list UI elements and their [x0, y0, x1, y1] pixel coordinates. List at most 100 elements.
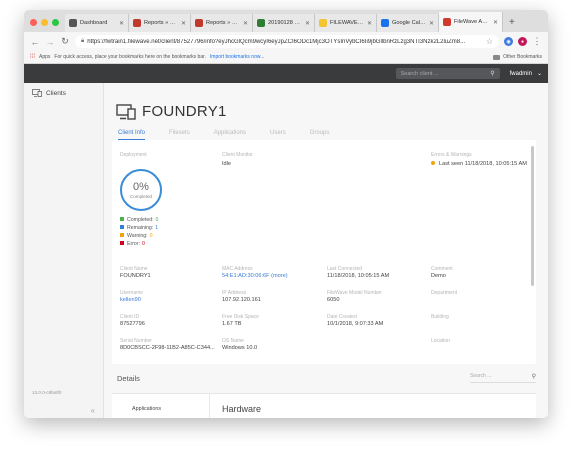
extension-icon[interactable]: ◉ — [504, 37, 513, 46]
search-icon[interactable]: ⚲ — [490, 70, 494, 77]
deployment-percent: 0% — [133, 180, 149, 193]
tab-close-icon[interactable]: ✕ — [367, 20, 372, 27]
hardware-title: Hardware — [222, 404, 262, 414]
computer-icon — [32, 89, 42, 97]
tab-applications[interactable]: Applications — [214, 130, 246, 140]
browser-tab-2[interactable]: Reports » Supp ✕ — [129, 14, 191, 32]
browser-tab-active[interactable]: FileWave Admin ✕ — [439, 12, 503, 32]
chevron-down-icon: ⌄ — [536, 71, 542, 77]
tab-title: FILEWAVE PRO — [330, 20, 364, 26]
browser-window: Dashboard ✕ Reports » Supp ✕ Reports » S… — [24, 10, 548, 418]
main-content: FOUNDRY1 Client Info Filesets Applicatio… — [104, 83, 548, 418]
os-name-label: OS Name — [222, 338, 244, 344]
deployment-legend: Completed: 0 Remaining: 1 Warning: 0 Error:… — [120, 216, 158, 248]
legend-count: 0 — [155, 217, 159, 223]
errors-warnings-label: Errors & Warnings — [431, 152, 472, 158]
folder-icon — [493, 54, 501, 60]
device-header: FOUNDRY1 — [116, 103, 227, 120]
ip-address-value: 107.92.120.161 — [222, 297, 261, 303]
new-tab-button[interactable]: + — [503, 17, 521, 32]
date-created-label: Date Created — [327, 314, 357, 320]
tab-favicon-icon — [381, 19, 389, 27]
browser-tab-6[interactable]: Google Calenda ✕ — [377, 14, 439, 32]
tab-favicon-icon — [133, 19, 141, 27]
lock-icon: 🔒︎ — [81, 38, 85, 44]
profile-avatar-icon[interactable]: ● — [518, 37, 527, 46]
serial-number-label: Serial Number — [120, 338, 152, 344]
bookmarks-hint: For quick access, place your bookmarks h… — [54, 54, 206, 60]
tab-groups[interactable]: Groups — [310, 130, 330, 140]
comment-label: Comment — [431, 266, 453, 272]
client-monitor-label: Client Monitor — [222, 152, 253, 158]
apps-grid-icon[interactable]: ⁞⁞⁞ — [30, 54, 35, 60]
tab-close-icon[interactable]: ✕ — [493, 19, 498, 26]
tab-close-icon[interactable]: ✕ — [429, 20, 434, 27]
details-title: Details — [117, 374, 140, 383]
search-icon[interactable]: ⚲ — [532, 373, 536, 380]
other-bookmarks[interactable]: Other Bookmarks — [493, 54, 542, 60]
user-menu[interactable]: fwadmin ⌄ — [510, 70, 542, 78]
back-arrow-icon[interactable]: ← — [30, 37, 40, 47]
browser-tab-5[interactable]: FILEWAVE PRO ✕ — [315, 14, 377, 32]
details-hardware-heading: Hardware — [210, 394, 261, 418]
tab-title: Reports » Supp — [206, 20, 240, 26]
details-search-input[interactable]: Search ... ⚲ — [470, 373, 536, 383]
tab-client-info[interactable]: Client Info — [118, 130, 146, 140]
tab-title: Dashboard — [80, 20, 108, 26]
page-title: FOUNDRY1 — [142, 103, 227, 120]
client-tabs: Client Info Filesets Applications Users … — [118, 130, 329, 140]
client-name-value: FOUNDRY1 — [120, 273, 151, 279]
import-bookmarks-link[interactable]: Import bookmarks now... — [210, 54, 264, 60]
model-number-label: FileWave Model Number — [327, 290, 382, 296]
date-created-value: 10/1/2018, 9:07:33 AM — [327, 321, 384, 327]
legend-swatch — [120, 233, 124, 237]
details-nav-applications[interactable]: Applications — [112, 394, 210, 418]
legend-remaining: Remaining: 1 — [120, 224, 158, 232]
free-disk-value: 1.67 TB — [222, 321, 242, 327]
version-label: 13.0.0-c8fa6f0 — [32, 390, 62, 395]
bookmark-star-icon[interactable]: ☆ — [486, 37, 493, 46]
sidebar-item-clients[interactable]: Clients — [24, 83, 103, 103]
close-window-button[interactable] — [30, 19, 37, 26]
address-bar[interactable]: 🔒︎ https://fwtrain1.filewave.net/client/… — [75, 35, 499, 48]
browser-tab-4[interactable]: 20190128 Run ✕ — [253, 14, 315, 32]
department-label: Department — [431, 290, 458, 296]
legend-label: Error: — [127, 241, 140, 247]
sidebar-item-label: Clients — [46, 89, 66, 97]
tab-close-icon[interactable]: ✕ — [181, 20, 186, 27]
browser-tab-1[interactable]: Dashboard ✕ — [65, 14, 129, 32]
mac-address-label: MAC Address — [222, 266, 253, 272]
legend-swatch — [120, 225, 124, 229]
legend-completed: Completed: 0 — [120, 216, 158, 224]
tab-close-icon[interactable]: ✕ — [243, 20, 248, 27]
username-value[interactable]: kellen90 — [120, 297, 141, 303]
browser-tab-3[interactable]: Reports » Supp ✕ — [191, 14, 253, 32]
serial-number-value: 8D0CBSCC-2F98-11B2-A85C-C344... — [120, 345, 215, 351]
zoom-window-button[interactable] — [52, 19, 59, 26]
legend-count: 1 — [155, 225, 159, 231]
tab-close-icon[interactable]: ✕ — [305, 20, 310, 27]
legend-swatch — [120, 241, 124, 245]
address-url[interactable]: https://fwtrain1.filewave.net/client/875… — [87, 39, 483, 45]
forward-arrow-icon[interactable]: → — [45, 37, 55, 47]
client-id-label: Client ID — [120, 314, 140, 320]
client-search-input[interactable]: Search client ... ⚲ — [395, 68, 500, 79]
tab-users[interactable]: Users — [270, 130, 286, 140]
apps-link[interactable]: Apps — [39, 54, 50, 60]
client-monitor-value: Idle — [222, 161, 232, 167]
os-name-value: Windows 10.0 — [222, 345, 258, 351]
last-connected-value: 11/18/2018, 10:05:15 AM — [327, 273, 390, 279]
free-disk-label: Free Disk Space — [222, 314, 259, 320]
tab-title: Google Calenda — [392, 20, 426, 26]
tab-title: Reports » Supp — [144, 20, 178, 26]
bookmarks-bar: ⁞⁞⁞ Apps For quick access, place your bo… — [24, 51, 548, 64]
tab-filesets[interactable]: Filesets — [169, 130, 190, 140]
collapse-sidebar-icon[interactable]: « — [91, 406, 95, 415]
minimize-window-button[interactable] — [41, 19, 48, 26]
details-search-placeholder: Search ... — [470, 373, 492, 379]
tab-close-icon[interactable]: ✕ — [119, 20, 124, 27]
browser-menu-icon[interactable]: ⋮ — [532, 36, 542, 47]
reload-icon[interactable]: ↻ — [60, 36, 70, 47]
card-scrollbar[interactable] — [531, 146, 534, 286]
mac-address-value[interactable]: 54:E1:AD:30:06:6F (more) — [222, 273, 288, 279]
